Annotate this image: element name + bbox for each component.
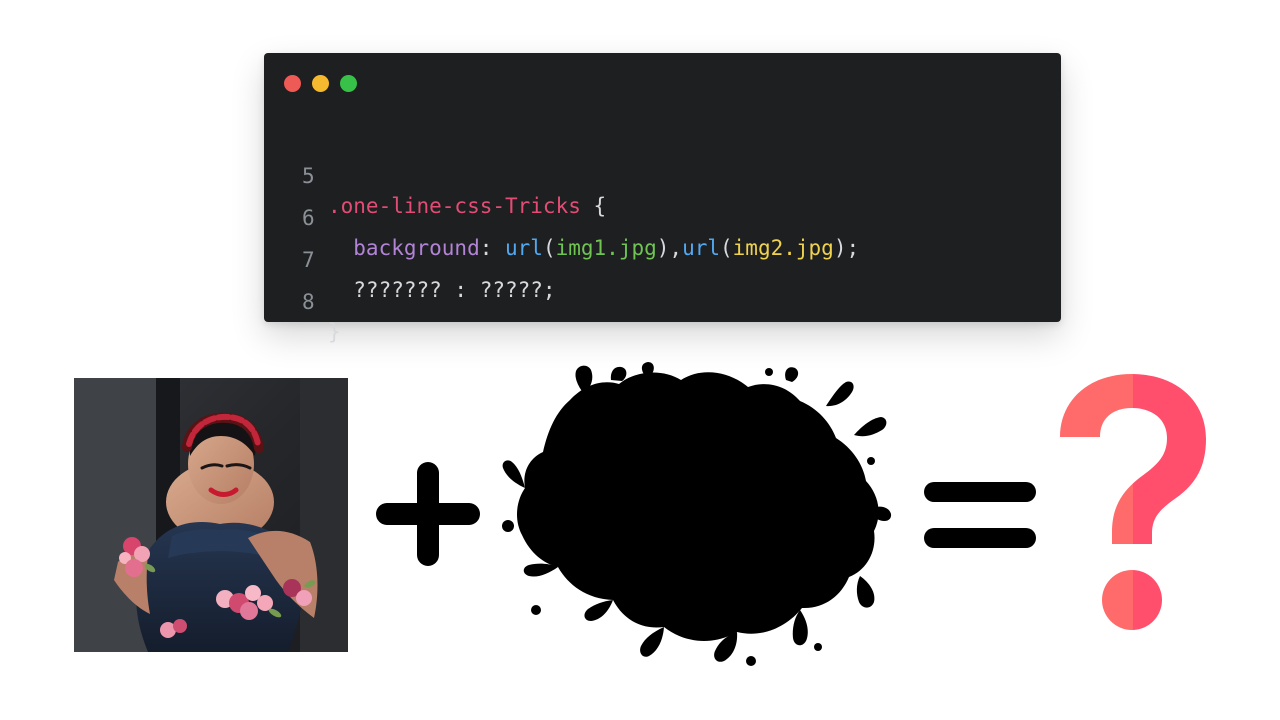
- code-line-5: 5 .one-line-css-Tricks {: [264, 131, 1061, 218]
- question-mark-icon: [1060, 374, 1206, 630]
- thumbnail-canvas: 5 .one-line-css-Tricks { 6 background: u…: [0, 0, 1280, 720]
- plus-icon: [376, 462, 480, 566]
- line-number: 8: [302, 290, 315, 314]
- brace-close: }: [328, 320, 341, 344]
- line-content: }: [328, 317, 341, 347]
- ink-splash-icon: [502, 362, 892, 666]
- code-editor-window: 5 .one-line-css-Tricks { 6 background: u…: [264, 53, 1061, 344]
- equals-icon: [924, 482, 1036, 548]
- code-lines: 5 .one-line-css-Tricks { 6 background: u…: [264, 53, 1061, 344]
- code-line-6: 6 background: url(img1.jpg),url(img2.jpg…: [264, 173, 1061, 260]
- code-line-8: 8 }: [264, 257, 1061, 344]
- photo-portrait: [74, 378, 348, 652]
- code-line-7: 7 ??????? : ?????;: [264, 215, 1061, 302]
